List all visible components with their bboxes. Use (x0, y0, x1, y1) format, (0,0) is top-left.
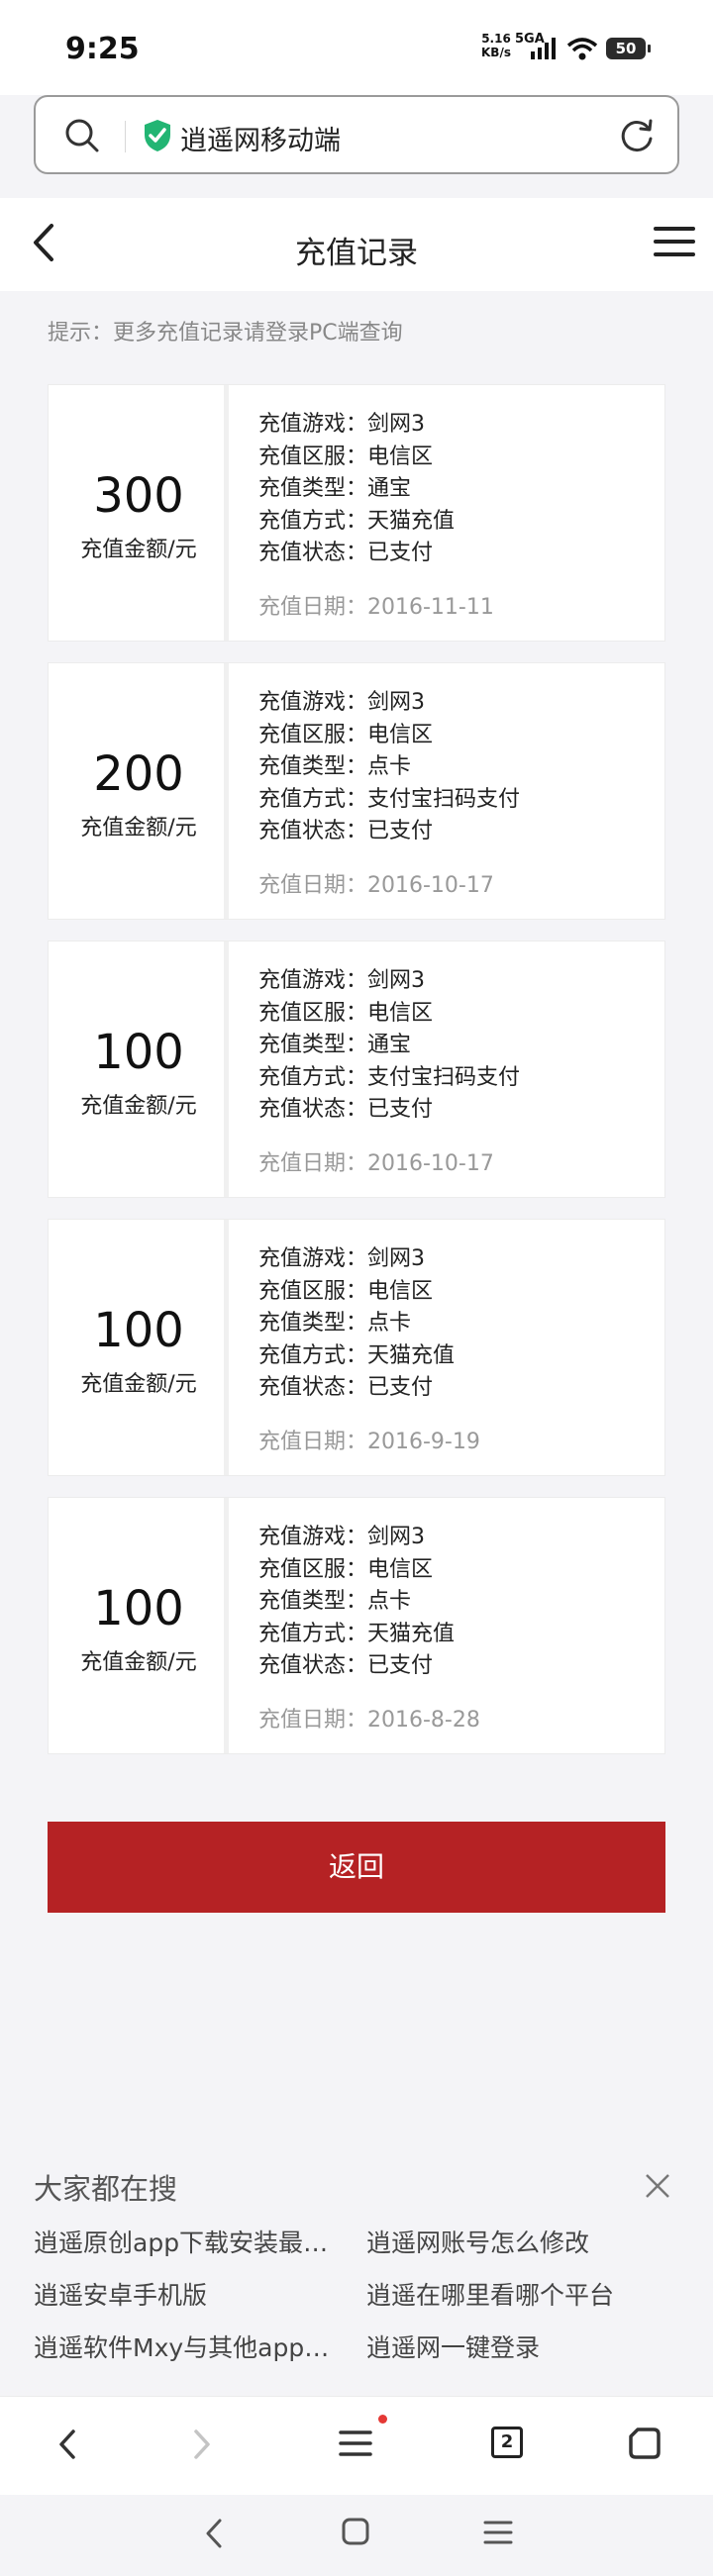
shield-check-icon (145, 120, 170, 151)
address-divider (125, 121, 126, 152)
detail-date: 充值日期：2016-10-17 (258, 1150, 494, 1176)
suggestion-item[interactable]: 逍遥在哪里看哪个平台 (366, 2276, 673, 2312)
refresh-icon[interactable] (618, 117, 656, 154)
suggestion-item[interactable]: 逍遥软件Mxy与其他app区别 (34, 2328, 341, 2364)
amount-box: 300 充值金额/元 (49, 385, 229, 641)
amount-label: 充值金额/元 (80, 1094, 197, 1119)
system-back-icon[interactable] (202, 2517, 226, 2550)
detail-status: 充值状态：已支付 (258, 819, 434, 843)
detail-status: 充值状态：已支付 (258, 541, 434, 565)
detail-status: 充值状态：已支付 (258, 1097, 434, 1122)
detail-type: 充值类型：点卡 (258, 1311, 412, 1336)
record-details: 充值游戏：剑网3 充值区服：电信区 充值类型：通宝 充值方式：天猫充值 充值状态… (258, 409, 494, 621)
detail-game: 充值游戏：剑网3 (258, 1525, 425, 1549)
detail-type: 充值类型：点卡 (258, 1589, 412, 1614)
detail-method: 充值方式：天猫充值 (258, 1342, 456, 1368)
signal-icon (531, 38, 556, 59)
status-time: 9:25 (65, 32, 140, 66)
detail-date: 充值日期：2016-11-11 (258, 594, 494, 620)
amount-label: 充值金额/元 (80, 538, 197, 562)
network-speed: 5.16 KB/s (481, 32, 511, 59)
amount-box: 100 充值金额/元 (49, 1498, 229, 1753)
system-home-icon[interactable] (341, 2517, 370, 2546)
detail-date: 充值日期：2016-10-17 (258, 872, 494, 898)
detail-server: 充值区服：电信区 (258, 722, 434, 747)
detail-date: 充值日期：2016-9-19 (258, 1429, 480, 1454)
detail-server: 充值区服：电信区 (258, 444, 434, 469)
suggestions-title: 大家都在搜 (34, 2172, 178, 2206)
detail-method: 充值方式：支付宝扫码支付 (258, 1064, 521, 1090)
record-list: 300 充值金额/元 充值游戏：剑网3 充值区服：电信区 充值类型：通宝 充值方… (48, 384, 665, 1775)
suggestion-item[interactable]: 逍遥安卓手机版 (34, 2276, 341, 2312)
record-details: 充值游戏：剑网3 充值区服：电信区 充值类型：点卡 充值方式：天猫充值 充值状态… (258, 1522, 480, 1734)
address-bar[interactable]: 逍遥网移动端 (34, 95, 679, 174)
detail-method: 充值方式：天猫充值 (258, 1621, 456, 1646)
tabs-button[interactable]: 2 (491, 2427, 523, 2458)
detail-type: 充值类型：通宝 (258, 1033, 412, 1057)
amount-label: 充值金额/元 (80, 816, 197, 841)
record-details: 充值游戏：剑网3 充值区服：电信区 充值类型：点卡 充值方式：支付宝扫码支付 充… (258, 687, 520, 899)
detail-game: 充值游戏：剑网3 (258, 968, 425, 993)
detail-game: 充值游戏：剑网3 (258, 1246, 425, 1271)
page-title: 充值记录 (295, 236, 418, 271)
amount-value: 100 (93, 1025, 184, 1080)
detail-server: 充值区服：电信区 (258, 1556, 434, 1582)
record-card: 100 充值金额/元 充值游戏：剑网3 充值区服：电信区 充值类型：通宝 充值方… (48, 941, 665, 1198)
detail-game: 充值游戏：剑网3 (258, 412, 425, 437)
browser-back-icon[interactable] (55, 2427, 79, 2462)
detail-method: 充值方式：支付宝扫码支付 (258, 786, 521, 812)
address-title[interactable]: 逍遥网移动端 (180, 119, 341, 157)
detail-status: 充值状态：已支付 (258, 1375, 434, 1400)
record-card: 100 充值金额/元 充值游戏：剑网3 充值区服：电信区 充值类型：点卡 充值方… (48, 1497, 665, 1754)
amount-box: 200 充值金额/元 (49, 663, 229, 919)
browser-forward-icon[interactable] (190, 2427, 214, 2462)
suggestion-item[interactable]: 逍遥网一键登录 (366, 2328, 673, 2364)
amount-box: 100 充值金额/元 (49, 941, 229, 1197)
detail-date: 充值日期：2016-8-28 (258, 1707, 480, 1733)
amount-label: 充值金额/元 (80, 1650, 197, 1675)
network-speed-unit: KB/s (481, 46, 511, 59)
record-card: 100 充值金额/元 充值游戏：剑网3 充值区服：电信区 充值类型：点卡 充值方… (48, 1219, 665, 1476)
tip-text: 提示：更多充值记录请登录PC端查询 (48, 321, 403, 346)
detail-status: 充值状态：已支付 (258, 1653, 434, 1678)
amount-value: 100 (93, 1581, 184, 1636)
detail-method: 充值方式：天猫充值 (258, 508, 456, 534)
wifi-icon (566, 38, 598, 60)
menu-icon[interactable] (654, 224, 695, 259)
return-button[interactable]: 返回 (48, 1822, 665, 1913)
notification-dot (378, 2415, 387, 2424)
detail-server: 充值区服：电信区 (258, 1278, 434, 1304)
close-icon[interactable] (644, 2172, 671, 2200)
network-speed-value: 5.16 (481, 32, 511, 46)
record-details: 充值游戏：剑网3 充值区服：电信区 充值类型：通宝 充值方式：支付宝扫码支付 充… (258, 965, 520, 1177)
detail-server: 充值区服：电信区 (258, 1000, 434, 1026)
page-header: 充值记录 (0, 198, 713, 291)
record-card: 200 充值金额/元 充值游戏：剑网3 充值区服：电信区 充值类型：点卡 充值方… (48, 662, 665, 920)
amount-value: 100 (93, 1303, 184, 1358)
status-bar: 9:25 5.16 KB/s 5GA 50 (0, 0, 713, 95)
detail-game: 充值游戏：剑网3 (258, 690, 425, 715)
amount-value: 300 (93, 468, 184, 524)
record-card: 300 充值金额/元 充值游戏：剑网3 充值区服：电信区 充值类型：通宝 充值方… (48, 384, 665, 642)
search-suggestions: 大家都在搜 逍遥原创app下载安装最新版 逍遥网账号怎么修改 逍遥安卓手机版 逍… (0, 2138, 713, 2396)
browser-menu-icon[interactable] (339, 2428, 372, 2458)
system-recents-icon[interactable] (483, 2519, 513, 2546)
browser-toolbar: 2 (0, 2396, 713, 2495)
suggestion-item[interactable]: 逍遥原创app下载安装最新版 (34, 2224, 341, 2259)
amount-value: 200 (93, 746, 184, 802)
detail-type: 充值类型：点卡 (258, 754, 412, 779)
home-icon[interactable] (628, 2427, 662, 2460)
system-nav-bar (0, 2495, 713, 2576)
detail-type: 充值类型：通宝 (258, 476, 412, 501)
amount-label: 充值金额/元 (80, 1372, 197, 1397)
battery-icon: 50 (606, 38, 651, 59)
search-icon[interactable] (63, 117, 101, 154)
record-details: 充值游戏：剑网3 充值区服：电信区 充值类型：点卡 充值方式：天猫充值 充值状态… (258, 1243, 480, 1455)
amount-box: 100 充值金额/元 (49, 1220, 229, 1475)
suggestion-item[interactable]: 逍遥网账号怎么修改 (366, 2224, 673, 2259)
page: 9:25 5.16 KB/s 5GA 50 逍遥网移动端 充值记录 提示：更多充… (0, 0, 713, 2576)
